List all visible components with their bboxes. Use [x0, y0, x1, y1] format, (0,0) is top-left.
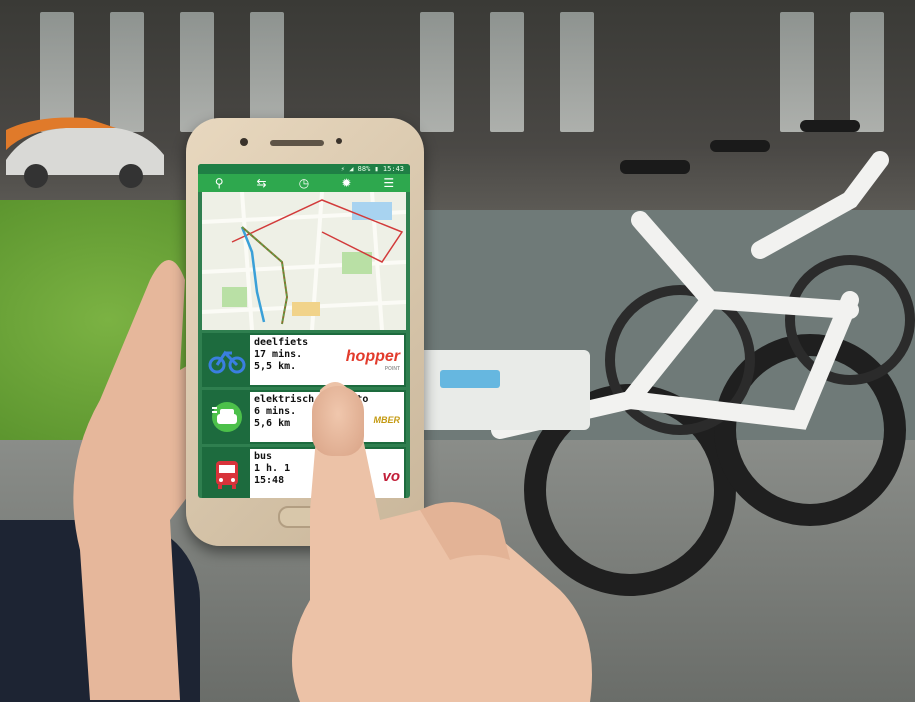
map-canvas	[202, 192, 406, 330]
bicycle-icon	[204, 335, 250, 385]
bus-icon	[204, 449, 250, 498]
swap-icon[interactable]: ⇆	[251, 176, 273, 190]
clock-icon[interactable]: ◷	[293, 176, 315, 190]
electric-car-icon	[204, 392, 250, 442]
front-camera	[240, 138, 248, 146]
building-window	[250, 12, 284, 132]
index-fingertip	[312, 386, 364, 456]
sensor	[336, 138, 342, 144]
building-window	[180, 12, 214, 132]
map-pin-icon[interactable]: ⚲	[208, 176, 230, 190]
parked-car	[6, 117, 164, 188]
route-map[interactable]	[202, 192, 406, 330]
settings-icon[interactable]: ✹	[335, 176, 357, 190]
earpiece	[270, 140, 324, 146]
status-bar: ⚡ ◢ 88% ▮ 15:43	[198, 164, 410, 174]
menu-icon[interactable]: ☰	[378, 176, 400, 190]
photo-scene: ⚡ ◢ 88% ▮ 15:43 ⚲ ⇆ ◷ ✹ ☰ deelfiets 17 m…	[0, 0, 915, 702]
app-nav-bar: ⚲ ⇆ ◷ ✹ ☰	[198, 174, 410, 192]
